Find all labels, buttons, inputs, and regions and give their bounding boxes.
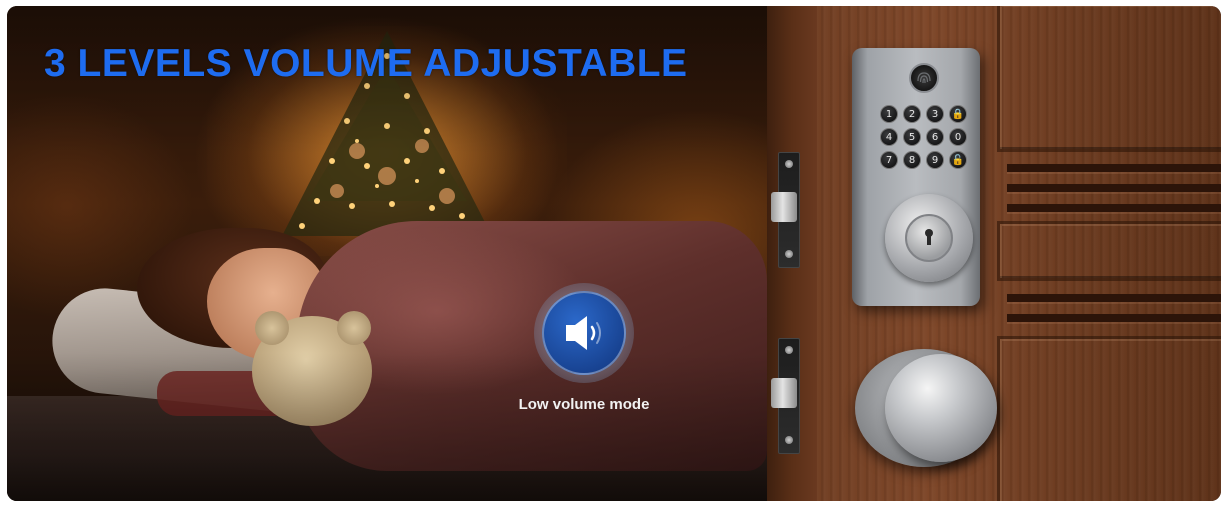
keypad-key[interactable]: 1 xyxy=(880,105,898,123)
keypad-key[interactable]: 7 xyxy=(880,151,898,169)
keyhole-icon xyxy=(925,229,933,245)
keypad-key[interactable]: 3 xyxy=(926,105,944,123)
speaker-low-volume-icon xyxy=(542,291,626,375)
door-groove xyxy=(1007,294,1221,302)
knob-latch xyxy=(771,378,797,408)
keypad-key[interactable]: 5 xyxy=(903,128,921,146)
screw xyxy=(785,160,793,168)
door-groove xyxy=(1007,204,1221,212)
door-panel xyxy=(997,221,1221,281)
lock-key-icon[interactable]: 🔒 xyxy=(949,105,967,123)
door-panel xyxy=(997,6,1221,152)
keypad-key[interactable]: 0 xyxy=(949,128,967,146)
door-groove xyxy=(1007,164,1221,172)
screw xyxy=(785,250,793,258)
deadbolt-latch xyxy=(771,192,797,222)
unlock-key-icon[interactable]: 🔓 xyxy=(949,151,967,169)
keypad-key[interactable]: 2 xyxy=(903,105,921,123)
volume-mode-label: Low volume mode xyxy=(518,396,650,413)
fingerprint-sensor-icon[interactable] xyxy=(909,63,939,93)
headline: 3 LEVELS VOLUME ADJUSTABLE xyxy=(44,42,688,85)
keypad-key[interactable]: 4 xyxy=(880,128,898,146)
door-panel xyxy=(997,336,1221,501)
screw xyxy=(785,346,793,354)
keypad-key[interactable]: 6 xyxy=(926,128,944,146)
volume-badge xyxy=(534,283,634,383)
screw xyxy=(785,436,793,444)
product-banner: 3 LEVELS VOLUME ADJUSTABLE Low volume mo… xyxy=(7,6,1221,501)
bedroom-photo: 3 LEVELS VOLUME ADJUSTABLE Low volume mo… xyxy=(7,6,767,501)
door-groove xyxy=(1007,314,1221,322)
keypad: 1 2 3 🔒 4 5 6 0 7 8 9 🔓 xyxy=(880,105,970,185)
keypad-key[interactable]: 9 xyxy=(926,151,944,169)
door-knob[interactable] xyxy=(885,354,997,462)
door-groove xyxy=(1007,184,1221,192)
keypad-key[interactable]: 8 xyxy=(903,151,921,169)
